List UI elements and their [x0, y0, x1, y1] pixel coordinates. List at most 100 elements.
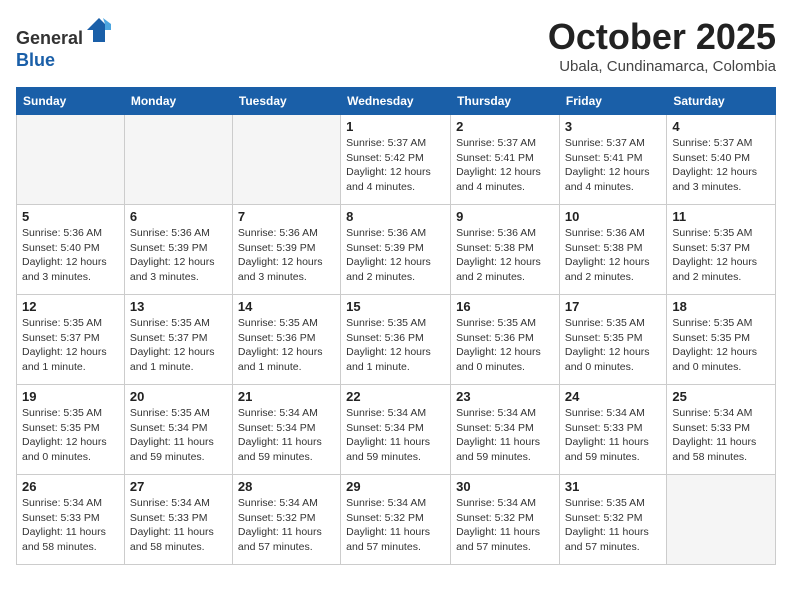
day-number: 3 — [565, 119, 661, 134]
day-info: Sunrise: 5:36 AM Sunset: 5:39 PM Dayligh… — [130, 226, 227, 285]
day-number: 1 — [346, 119, 445, 134]
day-number: 12 — [22, 299, 119, 314]
day-number: 25 — [672, 389, 770, 404]
day-cell: 20Sunrise: 5:35 AM Sunset: 5:34 PM Dayli… — [124, 385, 232, 475]
day-info: Sunrise: 5:34 AM Sunset: 5:33 PM Dayligh… — [130, 496, 227, 555]
day-cell: 8 Sunrise: 5:36 AM Sunset: 5:39 PM Daylig… — [341, 205, 451, 295]
day-cell: 15Sunrise: 5:35 AM Sunset: 5:36 PM Dayli… — [341, 295, 451, 385]
day-cell: 25 Sunrise: 5:34 AM Sunset: 5:33 PM Dayli… — [667, 385, 776, 475]
day-info: Sunrise: 5:34 AM Sunset: 5:33 PM Dayligh… — [672, 406, 770, 465]
month-title: October 2025 — [548, 16, 776, 58]
day-number: 13 — [130, 299, 227, 314]
title-block: October 2025 Ubala, Cundinamarca, Colomb… — [548, 16, 776, 75]
logo-blue: Blue — [16, 50, 55, 70]
day-number: 7 — [238, 209, 335, 224]
day-info: Sunrise: 5:36 AM Sunset: 5:39 PM Dayligh… — [346, 226, 445, 285]
day-number: 19 — [22, 389, 119, 404]
day-info: Sunrise: 5:36 AM Sunset: 5:38 PM Dayligh… — [456, 226, 554, 285]
day-info: Sunrise: 5:34 AM Sunset: 5:34 PM Dayligh… — [346, 406, 445, 465]
day-cell: 27 Sunrise: 5:34 AM Sunset: 5:33 PM Dayli… — [124, 475, 232, 565]
day-info: Sunrise: 5:37 AM Sunset: 5:40 PM Dayligh… — [672, 136, 770, 195]
week-row-1: 1Sunrise: 5:37 AM Sunset: 5:42 PM Daylig… — [17, 115, 776, 205]
day-info: Sunrise: 5:35 AM Sunset: 5:35 PM Dayligh… — [22, 406, 119, 465]
day-number: 9 — [456, 209, 554, 224]
day-number: 17 — [565, 299, 661, 314]
day-info: Sunrise: 5:34 AM Sunset: 5:33 PM Dayligh… — [22, 496, 119, 555]
day-cell: 30 Sunrise: 5:34 AM Sunset: 5:32 PM Dayli… — [451, 475, 560, 565]
location-title: Ubala, Cundinamarca, Colombia — [548, 58, 776, 75]
column-header-sunday: Sunday — [17, 88, 125, 115]
day-info: Sunrise: 5:34 AM Sunset: 5:32 PM Dayligh… — [346, 496, 445, 555]
calendar-header-row: SundayMondayTuesdayWednesdayThursdayFrid… — [17, 88, 776, 115]
day-info: Sunrise: 5:35 AM Sunset: 5:36 PM Dayligh… — [238, 316, 335, 375]
day-number: 16 — [456, 299, 554, 314]
day-cell — [667, 475, 776, 565]
day-info: Sunrise: 5:36 AM Sunset: 5:38 PM Dayligh… — [565, 226, 661, 285]
day-cell: 9 Sunrise: 5:36 AM Sunset: 5:38 PM Daylig… — [451, 205, 560, 295]
day-cell: 24 Sunrise: 5:34 AM Sunset: 5:33 PM Dayli… — [559, 385, 666, 475]
column-header-monday: Monday — [124, 88, 232, 115]
day-number: 4 — [672, 119, 770, 134]
day-cell: 29Sunrise: 5:34 AM Sunset: 5:32 PM Dayli… — [341, 475, 451, 565]
day-number: 27 — [130, 479, 227, 494]
day-info: Sunrise: 5:34 AM Sunset: 5:34 PM Dayligh… — [456, 406, 554, 465]
day-cell: 31 Sunrise: 5:35 AM Sunset: 5:32 PM Dayli… — [559, 475, 666, 565]
day-cell: 18 Sunrise: 5:35 AM Sunset: 5:35 PM Dayli… — [667, 295, 776, 385]
day-cell: 1Sunrise: 5:37 AM Sunset: 5:42 PM Daylig… — [341, 115, 451, 205]
day-cell: 10 Sunrise: 5:36 AM Sunset: 5:38 PM Dayli… — [559, 205, 666, 295]
day-number: 30 — [456, 479, 554, 494]
day-number: 24 — [565, 389, 661, 404]
week-row-2: 5 Sunrise: 5:36 AM Sunset: 5:40 PM Daylig… — [17, 205, 776, 295]
day-info: Sunrise: 5:37 AM Sunset: 5:41 PM Dayligh… — [565, 136, 661, 195]
day-cell: 21Sunrise: 5:34 AM Sunset: 5:34 PM Dayli… — [232, 385, 340, 475]
day-number: 31 — [565, 479, 661, 494]
day-cell: 11Sunrise: 5:35 AM Sunset: 5:37 PM Dayli… — [667, 205, 776, 295]
day-number: 2 — [456, 119, 554, 134]
week-row-5: 26 Sunrise: 5:34 AM Sunset: 5:33 PM Dayli… — [17, 475, 776, 565]
day-info: Sunrise: 5:34 AM Sunset: 5:32 PM Dayligh… — [238, 496, 335, 555]
column-header-tuesday: Tuesday — [232, 88, 340, 115]
day-number: 8 — [346, 209, 445, 224]
day-info: Sunrise: 5:35 AM Sunset: 5:34 PM Dayligh… — [130, 406, 227, 465]
day-cell: 28 Sunrise: 5:34 AM Sunset: 5:32 PM Dayli… — [232, 475, 340, 565]
day-cell — [232, 115, 340, 205]
day-number: 15 — [346, 299, 445, 314]
day-info: Sunrise: 5:36 AM Sunset: 5:40 PM Dayligh… — [22, 226, 119, 285]
day-number: 23 — [456, 389, 554, 404]
day-cell: 3 Sunrise: 5:37 AM Sunset: 5:41 PM Daylig… — [559, 115, 666, 205]
page-header: General Blue October 2025 Ubala, Cundina… — [16, 16, 776, 75]
day-cell: 16Sunrise: 5:35 AM Sunset: 5:36 PM Dayli… — [451, 295, 560, 385]
day-info: Sunrise: 5:34 AM Sunset: 5:32 PM Dayligh… — [456, 496, 554, 555]
column-header-saturday: Saturday — [667, 88, 776, 115]
day-cell: 13 Sunrise: 5:35 AM Sunset: 5:37 PM Dayli… — [124, 295, 232, 385]
day-cell: 6Sunrise: 5:36 AM Sunset: 5:39 PM Daylig… — [124, 205, 232, 295]
day-number: 28 — [238, 479, 335, 494]
calendar-table: SundayMondayTuesdayWednesdayThursdayFrid… — [16, 87, 776, 565]
day-info: Sunrise: 5:35 AM Sunset: 5:32 PM Dayligh… — [565, 496, 661, 555]
week-row-4: 19 Sunrise: 5:35 AM Sunset: 5:35 PM Dayli… — [17, 385, 776, 475]
day-info: Sunrise: 5:37 AM Sunset: 5:41 PM Dayligh… — [456, 136, 554, 195]
day-cell: 12Sunrise: 5:35 AM Sunset: 5:37 PM Dayli… — [17, 295, 125, 385]
day-info: Sunrise: 5:35 AM Sunset: 5:37 PM Dayligh… — [130, 316, 227, 375]
column-header-wednesday: Wednesday — [341, 88, 451, 115]
day-number: 10 — [565, 209, 661, 224]
day-cell: 19 Sunrise: 5:35 AM Sunset: 5:35 PM Dayli… — [17, 385, 125, 475]
day-cell: 5 Sunrise: 5:36 AM Sunset: 5:40 PM Daylig… — [17, 205, 125, 295]
day-number: 5 — [22, 209, 119, 224]
day-info: Sunrise: 5:35 AM Sunset: 5:35 PM Dayligh… — [672, 316, 770, 375]
day-cell: 26 Sunrise: 5:34 AM Sunset: 5:33 PM Dayli… — [17, 475, 125, 565]
day-cell: 7 Sunrise: 5:36 AM Sunset: 5:39 PM Daylig… — [232, 205, 340, 295]
day-number: 11 — [672, 209, 770, 224]
day-cell — [17, 115, 125, 205]
day-cell: 23 Sunrise: 5:34 AM Sunset: 5:34 PM Dayli… — [451, 385, 560, 475]
day-cell: 17 Sunrise: 5:35 AM Sunset: 5:35 PM Dayli… — [559, 295, 666, 385]
day-info: Sunrise: 5:34 AM Sunset: 5:33 PM Dayligh… — [565, 406, 661, 465]
day-number: 18 — [672, 299, 770, 314]
week-row-3: 12 Sunrise: 5:35 AM Sunset: 5:37 PM Dayli… — [17, 295, 776, 385]
logo-icon — [85, 16, 113, 44]
day-info: Sunrise: 5:35 AM Sunset: 5:35 PM Dayligh… — [565, 316, 661, 375]
logo: General Blue — [16, 16, 113, 71]
day-number: 26 — [22, 479, 119, 494]
day-info: Sunrise: 5:36 AM Sunset: 5:39 PM Dayligh… — [238, 226, 335, 285]
column-header-thursday: Thursday — [451, 88, 560, 115]
